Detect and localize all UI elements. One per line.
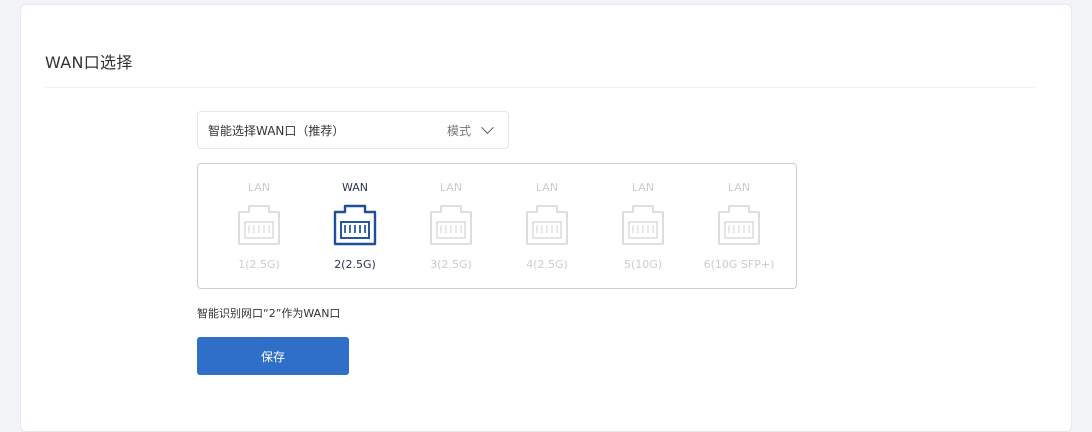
save-button[interactable]: 保存 [197, 337, 349, 375]
wan-mode-select[interactable]: 智能选择WAN口（推荐） 模式 [197, 111, 509, 149]
ethernet-port-icon [622, 205, 664, 245]
wan-mode-suffix: 模式 [446, 123, 471, 138]
divider [45, 87, 1035, 88]
port-name-label: 6(10G SFP+) [703, 258, 775, 271]
port-name-label: 2(2.5G) [334, 258, 376, 271]
port-type-label: LAN [247, 181, 271, 194]
port-name-label: 3(2.5G) [430, 258, 472, 271]
port-type-label: LAN [535, 181, 559, 194]
port-type-label: LAN [631, 181, 655, 194]
ethernet-port-icon [430, 205, 472, 245]
section-title: WAN口选择 [45, 53, 133, 72]
port-6[interactable]: LAN 6(10G SFP+) [694, 180, 784, 271]
ethernet-port-icon [238, 205, 280, 245]
port-name-label: 5(10G) [623, 258, 663, 271]
wan-settings-card: WAN口选择 智能选择WAN口（推荐） 模式 LAN 1(2.5G) WAN 2… [20, 4, 1072, 432]
ethernet-port-icon [718, 205, 760, 245]
port-5[interactable]: LAN 5(10G) [598, 180, 688, 271]
port-name-label: 4(2.5G) [526, 258, 568, 271]
wan-mode-value: 智能选择WAN口（推荐） [208, 123, 345, 138]
port-type-label: WAN [341, 181, 369, 194]
port-3[interactable]: LAN 3(2.5G) [406, 180, 496, 271]
port-type-label: LAN [439, 181, 463, 194]
port-type-label: LAN [727, 181, 751, 194]
port-name-label: 1(2.5G) [238, 258, 280, 271]
ethernet-port-icon [526, 205, 568, 245]
chevron-down-icon [481, 120, 494, 134]
port-2[interactable]: WAN 2(2.5G) [310, 180, 400, 271]
ethernet-port-icon [333, 204, 377, 246]
wan-detect-hint: 智能识别网口“2”作为WAN口 [197, 307, 341, 320]
port-selector: LAN 1(2.5G) WAN 2(2.5G) LAN 3(2.5G) LAN … [197, 163, 797, 289]
port-1[interactable]: LAN 1(2.5G) [214, 180, 304, 271]
port-4[interactable]: LAN 4(2.5G) [502, 180, 592, 271]
